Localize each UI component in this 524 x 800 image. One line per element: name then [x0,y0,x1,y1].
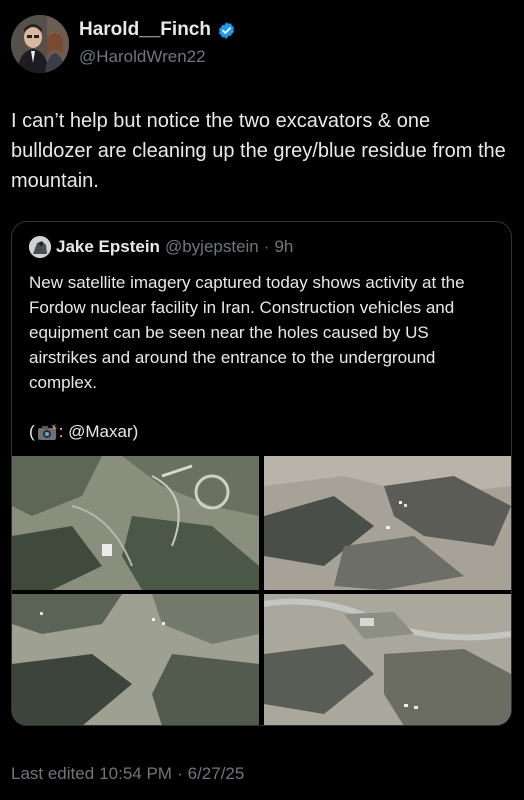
quoted-tweet-header: Jake Epstein @byjepstein · 9h [29,235,293,259]
photo-credit: ( : @Maxar) [29,422,138,442]
quoted-separator: · [263,237,270,256]
satellite-image-grid [12,456,511,725]
edit-date: 6/27/25 [187,764,245,783]
tweet-header: Harold__Finch @HaroldWren22 [11,13,511,77]
edit-label: Last edited [11,764,95,783]
camera-flash-icon [37,423,57,440]
author-avatar[interactable] [11,15,69,73]
quoted-tweet[interactable]: Jake Epstein @byjepstein · 9h New satell… [11,221,512,726]
tweet-text: I can’t help but notice the two excavato… [11,110,506,192]
satellite-image-1[interactable] [12,456,259,590]
photo-credit-source[interactable]: : @Maxar) [59,422,139,442]
author-name-row: Harold__Finch [79,19,236,41]
quoted-author-name[interactable]: Jake Epstein [56,237,160,257]
edit-timestamp[interactable]: Last edited 10:54 PM · 6/27/25 [11,764,244,784]
satellite-image-2[interactable] [264,456,511,590]
quoted-timestamp[interactable]: 9h [274,237,293,257]
author-handle[interactable]: @HaroldWren22 [79,47,206,67]
satellite-image-4[interactable] [264,594,511,725]
edit-separator: · [176,764,183,783]
edit-time: 10:54 PM [99,764,172,783]
verified-badge-icon [218,21,235,39]
author-name[interactable]: Harold__Finch [79,19,211,41]
photo-credit-open: ( [29,422,35,441]
quoted-author-handle[interactable]: @byjepstein [165,237,259,257]
quoted-tweet-text: New satellite imagery captured today sho… [29,273,465,392]
satellite-image-3[interactable] [12,594,259,725]
quoted-author-avatar[interactable] [29,236,51,258]
